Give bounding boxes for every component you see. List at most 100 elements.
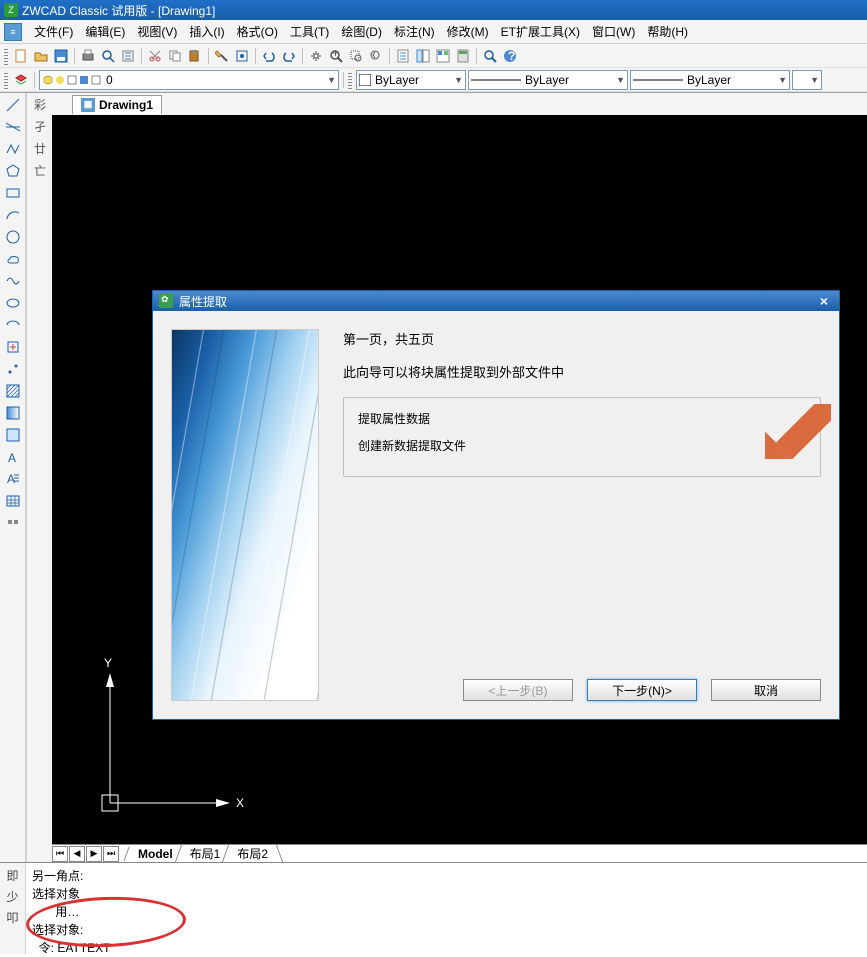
layout-tab-model[interactable]: Model — [130, 847, 182, 861]
point-icon[interactable] — [3, 359, 23, 379]
menu-format[interactable]: 格式(O) — [231, 21, 284, 42]
new-icon[interactable] — [12, 47, 30, 65]
grip[interactable] — [4, 71, 8, 89]
help-icon[interactable]: ? — [501, 47, 519, 65]
menu-help[interactable]: 帮助(H) — [641, 21, 694, 42]
svg-text:廿: 廿 — [34, 142, 46, 156]
chevron-down-icon: ▼ — [616, 75, 625, 85]
menu-dim[interactable]: 标注(N) — [388, 21, 441, 42]
paste-icon[interactable] — [186, 47, 204, 65]
svg-text:A: A — [7, 472, 15, 486]
match-icon[interactable] — [213, 47, 231, 65]
dialog-heading: 第一页，共五页 — [343, 329, 821, 348]
grip[interactable] — [348, 71, 352, 89]
modify-tool-1-icon[interactable]: 彩 — [30, 95, 50, 115]
revision-cloud-icon[interactable] — [3, 249, 23, 269]
copy-icon[interactable] — [166, 47, 184, 65]
zoom-rt-icon[interactable]: + — [327, 47, 345, 65]
layout-next-icon[interactable]: ▶ — [86, 846, 102, 862]
redo-icon[interactable] — [280, 47, 298, 65]
properties-icon[interactable] — [394, 47, 412, 65]
find-icon[interactable] — [481, 47, 499, 65]
polyline-icon[interactable] — [3, 139, 23, 159]
pan-icon[interactable] — [307, 47, 325, 65]
save-icon[interactable] — [52, 47, 70, 65]
table-icon[interactable] — [3, 491, 23, 511]
hatch-icon[interactable] — [3, 381, 23, 401]
zoom-prev-icon[interactable] — [367, 47, 385, 65]
lineweight-dropdown[interactable]: ByLayer ▼ — [630, 70, 790, 90]
menu-draw[interactable]: 绘图(D) — [335, 21, 388, 42]
menu-file[interactable]: 文件(F) — [28, 21, 79, 42]
menu-edit[interactable]: 编辑(E) — [79, 21, 131, 42]
menu-et[interactable]: ET扩展工具(X) — [495, 21, 586, 42]
option-extract[interactable]: 提取属性数据 — [358, 410, 806, 427]
svg-text:彩: 彩 — [34, 98, 46, 112]
gradient-icon[interactable] — [3, 403, 23, 423]
preview-icon[interactable] — [99, 47, 117, 65]
dialog-titlebar[interactable]: 属性提取 × — [153, 291, 839, 311]
layer-manager-icon[interactable] — [12, 71, 30, 89]
mtext-icon[interactable]: A — [3, 469, 23, 489]
text-icon[interactable]: A — [3, 447, 23, 467]
cancel-button[interactable]: 取消 — [711, 679, 821, 701]
next-button[interactable]: 下一步(N)> — [587, 679, 697, 701]
cmd-sidebar: 即 少 叩 — [0, 863, 26, 954]
print-icon[interactable] — [79, 47, 97, 65]
menu-modify[interactable]: 修改(M) — [441, 21, 495, 42]
calc-icon[interactable] — [454, 47, 472, 65]
layer-name: 0 — [106, 73, 113, 87]
modify-tool-3-icon[interactable]: 廿 — [30, 139, 50, 159]
circle-icon[interactable] — [3, 227, 23, 247]
arc-icon[interactable] — [3, 205, 23, 225]
block-editor-icon[interactable] — [233, 47, 251, 65]
svg-text:亡: 亡 — [34, 164, 46, 178]
cut-icon[interactable] — [146, 47, 164, 65]
dialog-icon — [159, 294, 173, 308]
cmd-line-4: 选择对象: — [32, 921, 861, 939]
polygon-icon[interactable] — [3, 161, 23, 181]
region-icon[interactable] — [3, 425, 23, 445]
open-icon[interactable] — [32, 47, 50, 65]
drawing-canvas[interactable]: Y X 属性提取 × 第一页，共五页 此向导可以将块属性提 — [52, 115, 867, 844]
modify-tool-4-icon[interactable]: 亡 — [30, 161, 50, 181]
app-menu-icon[interactable]: ≡ — [4, 23, 22, 41]
ellipse-arc-icon[interactable] — [3, 315, 23, 335]
menu-window[interactable]: 窗口(W) — [586, 21, 641, 42]
layout-last-icon[interactable]: ⏭ — [103, 846, 119, 862]
menu-tools[interactable]: 工具(T) — [284, 21, 335, 42]
close-icon[interactable]: × — [815, 293, 833, 309]
command-history[interactable]: 另一角点: 选择对象 用… 选择对象: 令: EATTEXT — [26, 863, 867, 954]
svg-text:+: + — [332, 49, 339, 60]
grip[interactable] — [4, 47, 8, 65]
document-tab[interactable]: ▦ Drawing1 — [72, 95, 162, 114]
line-icon[interactable] — [3, 95, 23, 115]
svg-text:A: A — [8, 451, 16, 465]
insert-block-icon[interactable] — [3, 337, 23, 357]
menu-view[interactable]: 视图(V) — [131, 21, 183, 42]
menu-insert[interactable]: 插入(I) — [183, 21, 230, 42]
layout-first-icon[interactable]: ⏮ — [52, 846, 68, 862]
linetype-dropdown[interactable]: ByLayer ▼ — [468, 70, 628, 90]
publish-icon[interactable] — [119, 47, 137, 65]
dialog-buttons: <上一步(B) 下一步(N)> 取消 — [343, 679, 821, 701]
modify-tool-2-icon[interactable]: 孑 — [30, 117, 50, 137]
option-create-new[interactable]: 创建新数据提取文件 — [358, 437, 806, 454]
design-center-icon[interactable] — [414, 47, 432, 65]
ucs-x-label: X — [236, 796, 244, 810]
attribute-extraction-dialog: 属性提取 × 第一页，共五页 此向导可以将块属性提取到外部文件中 提取属性数据 … — [152, 290, 840, 720]
layer-dropdown[interactable]: 0 ▼ — [39, 70, 339, 90]
layout-prev-icon[interactable]: ◀ — [69, 846, 85, 862]
rectangle-icon[interactable] — [3, 183, 23, 203]
ellipse-icon[interactable] — [3, 293, 23, 313]
layout-tab-2[interactable]: 布局2 — [229, 845, 277, 862]
construction-line-icon[interactable] — [3, 117, 23, 137]
more-icon[interactable] — [3, 513, 23, 533]
color-dropdown[interactable]: ByLayer ▼ — [356, 70, 466, 90]
zoom-win-icon[interactable] — [347, 47, 365, 65]
plotstyle-dropdown[interactable]: ▼ — [792, 70, 822, 90]
undo-icon[interactable] — [260, 47, 278, 65]
tool-palette-icon[interactable] — [434, 47, 452, 65]
dialog-description: 此向导可以将块属性提取到外部文件中 — [343, 362, 821, 381]
spline-icon[interactable] — [3, 271, 23, 291]
